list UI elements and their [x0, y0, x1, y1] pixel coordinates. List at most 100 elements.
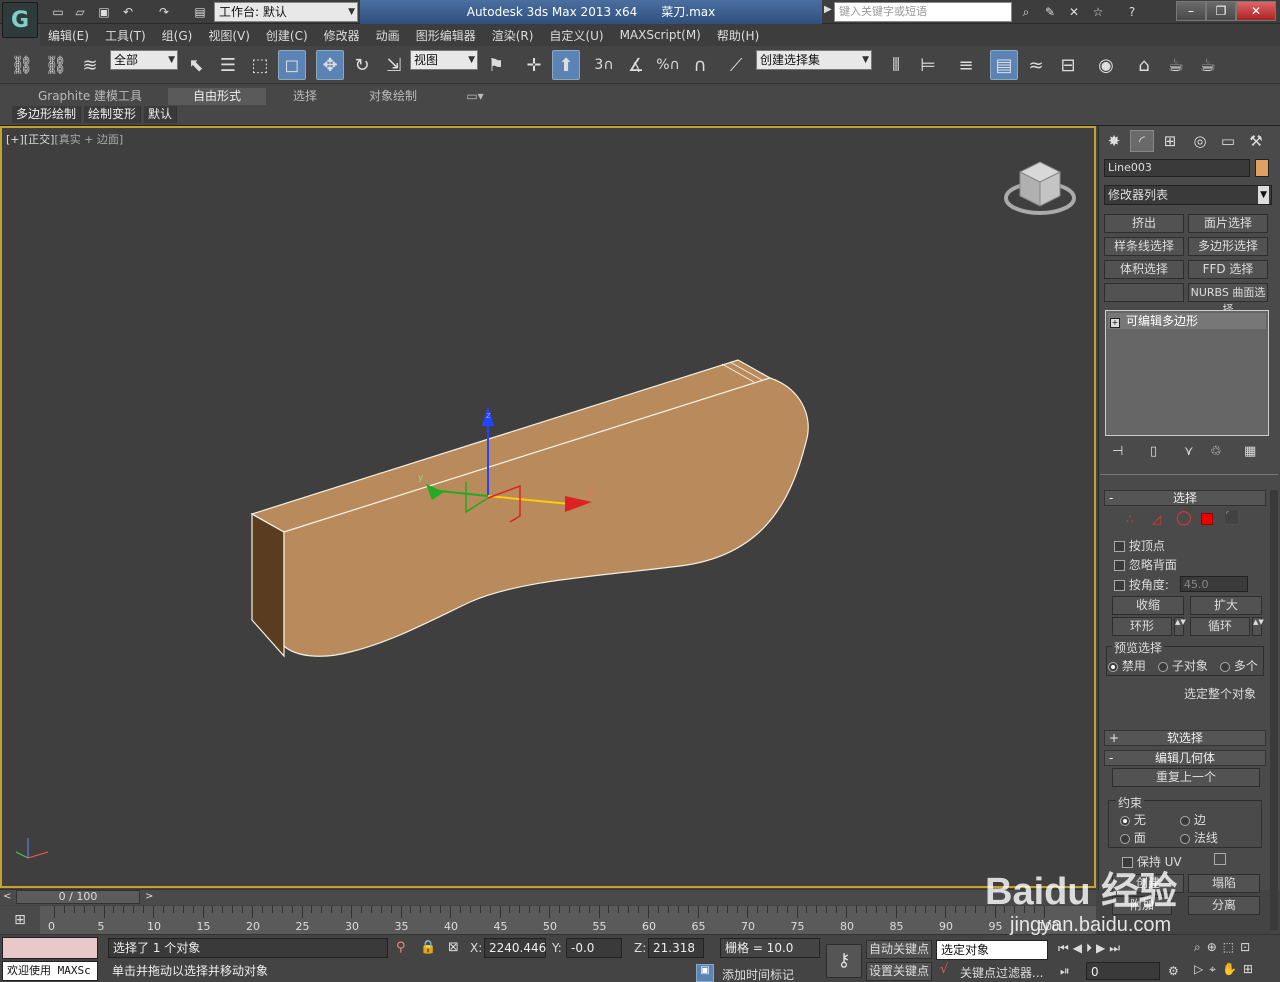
absolute-mode-icon[interactable]: ⊠	[448, 940, 459, 955]
remove-modifier-icon[interactable]: ♲	[1210, 444, 1222, 459]
display-tab-icon[interactable]: ▭	[1216, 130, 1240, 152]
rect-selection-icon[interactable]: ⬚	[246, 50, 274, 80]
select-object-icon[interactable]: ⬉	[182, 50, 210, 80]
track-bar-toggle-icon[interactable]: ⊞	[0, 906, 40, 934]
expand-arrow-icon[interactable]: ▶	[824, 4, 832, 15]
auto-key-button[interactable]: 自动关键点	[866, 940, 932, 959]
selection-lock-icon[interactable]: 🔒	[420, 940, 436, 955]
command-panel-scrollbar[interactable]	[1270, 490, 1278, 930]
tab-object-paint[interactable]: 对象绘制	[350, 88, 436, 105]
edit-geometry-rollout-header[interactable]: - 编辑几何体	[1104, 750, 1266, 766]
curve-editor-icon[interactable]: ≈	[1022, 50, 1050, 80]
show-end-result-icon[interactable]: ▯	[1150, 444, 1157, 459]
minimize-button[interactable]: –	[1176, 1, 1206, 21]
named-selection-dropdown[interactable]: 创建选择集 ▼	[756, 50, 872, 70]
bind-space-warp-icon[interactable]: ≋	[76, 50, 104, 80]
preserve-uv-settings-icon[interactable]	[1214, 853, 1226, 865]
keyboard-shortcut-override-icon[interactable]: ⬆	[552, 50, 580, 80]
vertex-mode-icon[interactable]: ∴	[1126, 512, 1134, 526]
link-icon[interactable]: ⛓	[8, 50, 36, 80]
app-logo-icon[interactable]: G	[2, 2, 38, 38]
isolate-selection-icon[interactable]: ⚲	[396, 940, 406, 955]
material-editor-icon[interactable]: ◉	[1092, 50, 1120, 80]
angle-snap-icon[interactable]: ∡	[622, 50, 650, 80]
time-prev-arrow-icon[interactable]: <	[3, 891, 11, 902]
modifier-list-dropdown[interactable]: 修改器列表 ▼	[1104, 185, 1272, 205]
constraint-face-radio[interactable]: 面	[1120, 829, 1146, 846]
pivot-center-icon[interactable]: ⚑	[482, 50, 510, 80]
restore-button[interactable]: ❐	[1206, 1, 1236, 21]
modifier-empty-button[interactable]	[1104, 283, 1184, 302]
maxscript-listener-mini[interactable]	[2, 937, 98, 959]
object-color-swatch[interactable]	[1255, 159, 1269, 177]
pin-stack-icon[interactable]: ⊣	[1112, 444, 1123, 459]
tab-graphite[interactable]: Graphite 建模工具	[30, 88, 150, 105]
modifier-poly-select-button[interactable]: 多边形选择	[1188, 237, 1268, 256]
current-frame-field[interactable]: 0	[1086, 962, 1160, 980]
workspace-dropdown[interactable]: 工作台: 默认 ▼	[214, 2, 358, 22]
configure-sets-icon[interactable]: ▦	[1244, 444, 1256, 459]
modifier-vol-select-button[interactable]: 体积选择	[1104, 260, 1184, 279]
key-filters-button[interactable]: 关键点过滤器...	[960, 964, 1043, 981]
subtab-paint-deform[interactable]: 绘制变形	[84, 106, 142, 123]
time-slider-track[interactable]	[0, 889, 1096, 905]
menu-rendering[interactable]: 渲染(R)	[484, 27, 542, 44]
menu-create[interactable]: 创建(C)	[258, 27, 316, 44]
edit-named-selection-icon[interactable]: ⟋	[722, 50, 750, 80]
select-move-icon[interactable]: ✥	[316, 50, 344, 80]
modify-tab-icon[interactable]: ◜	[1130, 130, 1154, 152]
rendered-frame-icon[interactable]: ☕	[1162, 50, 1190, 80]
playback-controls-icon[interactable]: ⏮◀⏵▶⏭	[1058, 941, 1124, 956]
modifier-spline-select-button[interactable]: 样条线选择	[1104, 237, 1184, 256]
z-coordinate-field[interactable]: 21.318	[648, 938, 704, 958]
collapse-button[interactable]: 塌陷	[1188, 874, 1260, 893]
reference-coord-dropdown[interactable]: 视图 ▼	[410, 50, 478, 70]
communication-icon[interactable]: ✕	[1066, 4, 1082, 20]
expand-icon[interactable]: +	[1110, 318, 1120, 328]
add-time-tag[interactable]: 添加时间标记	[722, 966, 794, 982]
constraint-normal-radio[interactable]: 法线	[1180, 829, 1218, 846]
tab-freeform[interactable]: 自由形式	[168, 88, 266, 105]
menu-edit[interactable]: 编辑(E)	[40, 27, 97, 44]
key-mode-icon[interactable]: ⏯	[1060, 964, 1070, 979]
modifier-patch-select-button[interactable]: 面片选择	[1188, 214, 1268, 233]
preview-multi-radio[interactable]: 多个	[1220, 657, 1258, 674]
subtab-defaults[interactable]: 默认	[144, 106, 178, 123]
grow-button[interactable]: 扩大	[1190, 596, 1262, 615]
track-bar[interactable]: 0 5 10 15 20 25 30 35 40 45 50 55 60 65 70 75 80 85 90 95 10…	[40, 906, 1096, 934]
element-mode-icon[interactable]: ⬛	[1224, 511, 1240, 526]
key-target-dropdown[interactable]: 选定对象	[936, 940, 1048, 960]
knife-mesh[interactable]	[250, 359, 809, 658]
ring-spinner-icon[interactable]: ▲▼	[1174, 617, 1186, 636]
time-next-arrow-icon[interactable]: >	[145, 891, 153, 902]
menu-graph-editors[interactable]: 图形编辑器	[408, 27, 484, 44]
set-key-icon[interactable]: ⚷	[826, 944, 862, 978]
set-key-button[interactable]: 设置关键点	[866, 962, 932, 981]
save-icon[interactable]: ▣	[96, 4, 112, 20]
menu-tools[interactable]: 工具(T)	[97, 27, 154, 44]
menu-customize[interactable]: 自定义(U)	[541, 27, 611, 44]
preview-subobject-radio[interactable]: 子对象	[1158, 657, 1208, 674]
angle-spinner[interactable]: 45.0	[1180, 576, 1248, 592]
undo-icon[interactable]: ↶	[120, 4, 136, 20]
select-scale-icon[interactable]: ⇲	[380, 50, 408, 80]
constraint-edge-radio[interactable]: 边	[1180, 811, 1206, 828]
loop-spinner-icon[interactable]: ▲▼	[1252, 617, 1264, 636]
viewport-nav-icons-2[interactable]: ▷⌖✋⊞	[1194, 962, 1259, 977]
spinner-snap-icon[interactable]: ∩	[686, 50, 714, 80]
unlink-icon[interactable]: ⛓	[42, 50, 70, 80]
selection-filter-dropdown[interactable]: 全部 ▼	[110, 50, 178, 70]
viewport-nav-icons[interactable]: ⌕⊕⬚⊡	[1194, 940, 1256, 955]
time-slider-thumb[interactable]: 0 / 100	[16, 890, 140, 904]
render-setup-icon[interactable]: ⌂	[1130, 50, 1158, 80]
loop-button[interactable]: 循环	[1190, 617, 1250, 636]
motion-tab-icon[interactable]: ◎	[1188, 130, 1212, 152]
y-coordinate-field[interactable]: -0.0	[566, 938, 622, 958]
hierarchy-tab-icon[interactable]: ⊞	[1158, 130, 1182, 152]
menu-maxscript[interactable]: MAXScript(M)	[612, 28, 709, 42]
ring-button[interactable]: 环形	[1112, 617, 1172, 636]
render-production-icon[interactable]: ☕	[1194, 50, 1222, 80]
polygon-mode-icon[interactable]	[1201, 513, 1213, 525]
by-vertex-checkbox[interactable]: 按顶点	[1114, 537, 1165, 554]
modifier-extrude-button[interactable]: 挤出	[1104, 214, 1184, 233]
